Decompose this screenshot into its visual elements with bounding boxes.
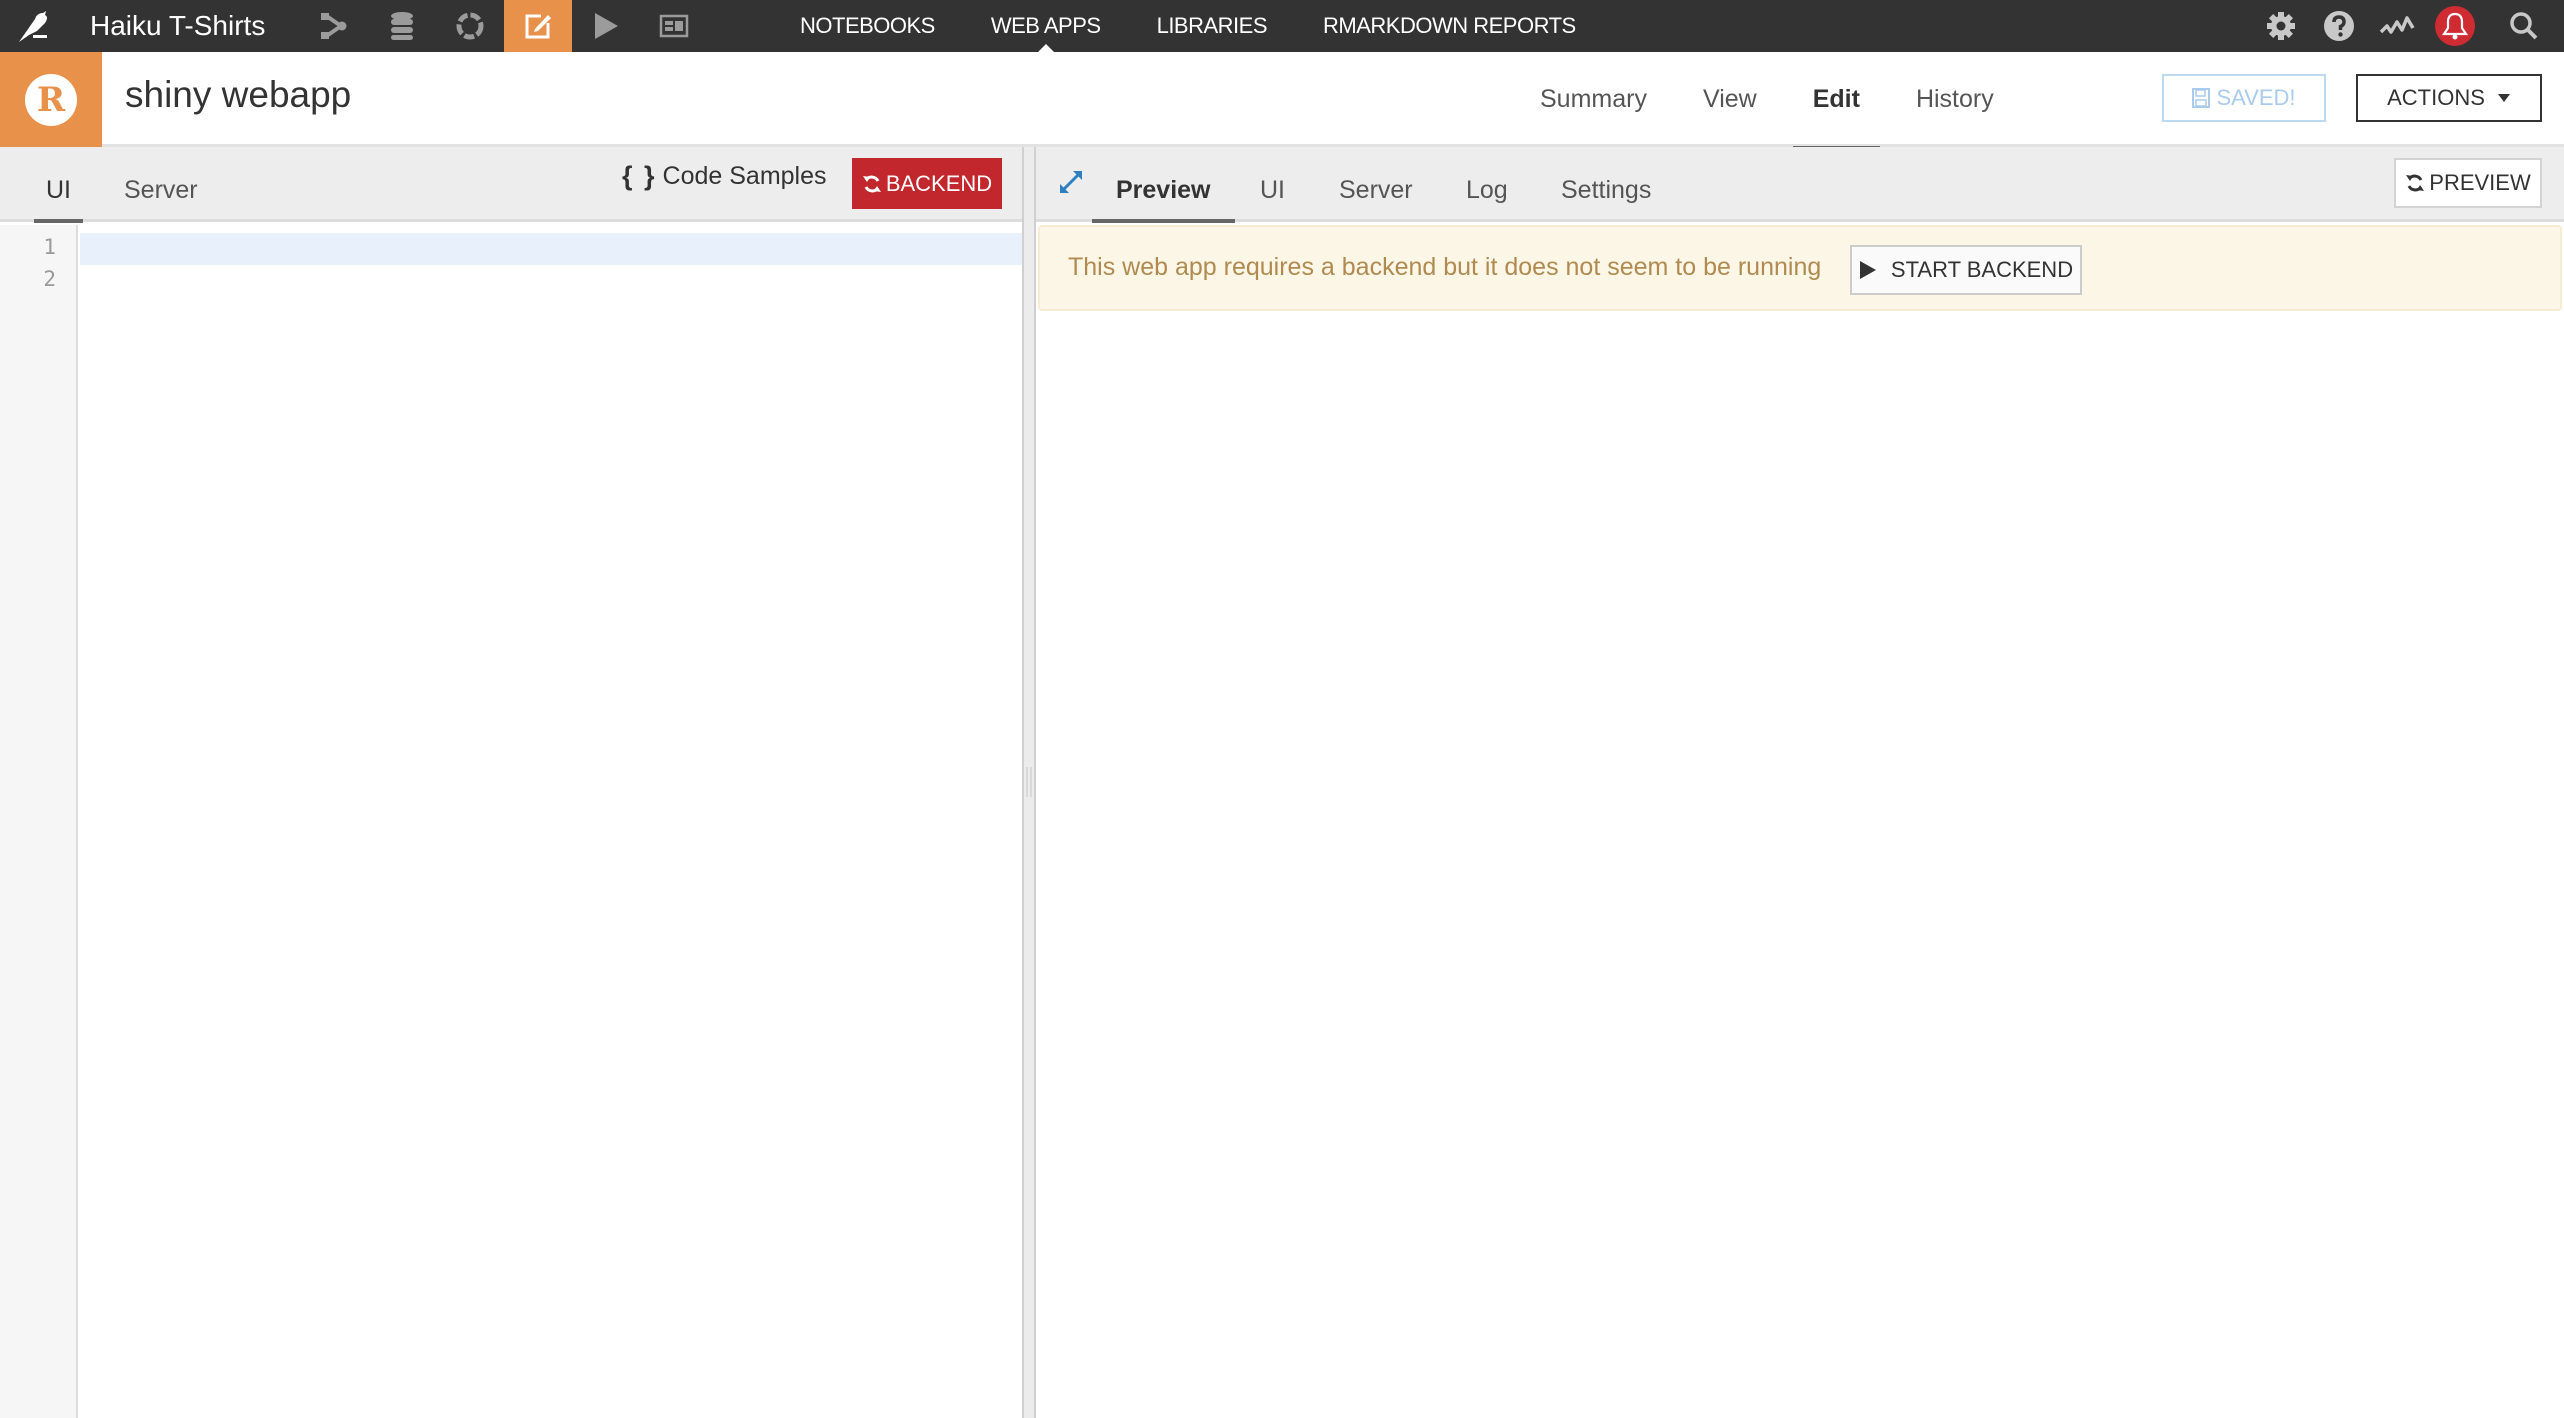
line-number: 1 (43, 235, 56, 259)
preview-tab-log[interactable]: Log (1466, 147, 1508, 222)
active-line-highlight (80, 233, 1022, 265)
save-floppy-icon (2192, 88, 2211, 108)
flow-icon[interactable] (300, 0, 368, 52)
nav-notebooks[interactable]: NOTEBOOKS (800, 0, 935, 52)
bell-icon (2435, 6, 2475, 46)
start-backend-button[interactable]: START BACKEND (1850, 245, 2082, 295)
braces-icon: { } (622, 161, 657, 191)
gear-icon[interactable] (2252, 0, 2310, 52)
editor-tab-server[interactable]: Server (124, 147, 198, 222)
refresh-icon (2406, 174, 2425, 192)
actions-label: ACTIONS (2387, 85, 2485, 110)
code-editor-pane: UI Server { } Code Samples BACKEND 1 2 (0, 147, 1022, 1418)
preview-tabs: Preview UI Server Log Settings PREVIEW (1036, 147, 2564, 223)
jobs-play-icon[interactable] (572, 0, 640, 52)
tab-history[interactable]: History (1896, 52, 2014, 147)
preview-tab-settings[interactable]: Settings (1561, 147, 1651, 222)
preview-button-label: PREVIEW (2429, 170, 2531, 195)
r-language-icon: R (25, 73, 77, 126)
project-nav-icons (300, 0, 708, 52)
refresh-icon (862, 175, 881, 192)
search-icon[interactable] (2484, 0, 2564, 52)
backend-not-running-alert: This web app requires a backend but it d… (1038, 225, 2562, 311)
datasets-icon[interactable] (368, 0, 436, 52)
recipes-icon[interactable] (436, 0, 504, 52)
actions-dropdown-button[interactable]: ACTIONS (2356, 74, 2542, 122)
page-title[interactable]: shiny webapp (125, 74, 351, 116)
dataiku-logo[interactable] (0, 0, 70, 52)
backend-label: BACKEND (885, 170, 993, 196)
code-samples-button[interactable]: { } Code Samples (622, 161, 827, 192)
preview-tab-server[interactable]: Server (1339, 147, 1413, 222)
notifications-button[interactable] (2426, 0, 2484, 52)
preview-tab-ui[interactable]: UI (1260, 147, 1285, 222)
expand-icon[interactable] (1056, 167, 1086, 197)
code-edit-icon[interactable] (504, 0, 572, 52)
nav-web-apps[interactable]: WEB APPS (991, 0, 1101, 52)
nav-libraries[interactable]: LIBRARIES (1157, 0, 1268, 52)
project-name[interactable]: Haiku T-Shirts (90, 10, 300, 42)
line-number: 2 (43, 267, 56, 291)
refresh-preview-button[interactable]: PREVIEW (2394, 158, 2542, 208)
activity-icon[interactable] (2368, 0, 2426, 52)
splitter-grip[interactable] (1026, 767, 1032, 797)
nav-rmarkdown-reports[interactable]: RMARKDOWN REPORTS (1323, 0, 1576, 52)
tab-summary[interactable]: Summary (1520, 52, 1667, 147)
object-tabs: Summary View Edit History (1520, 52, 2030, 150)
editor-tabs: UI Server { } Code Samples BACKEND (0, 147, 1022, 223)
tab-view[interactable]: View (1683, 52, 1777, 147)
saved-button[interactable]: SAVED! (2162, 74, 2326, 122)
bird-logo-icon (19, 11, 47, 42)
start-backend-label: START BACKEND (1890, 257, 2074, 282)
line-number-gutter: 1 2 (0, 225, 78, 1418)
help-icon[interactable] (2310, 0, 2368, 52)
saved-label: SAVED! (2216, 85, 2296, 110)
editor-tab-ui[interactable]: UI (34, 147, 83, 223)
play-icon (1859, 261, 1876, 279)
object-header: R shiny webapp Summary View Edit History… (0, 52, 2564, 150)
webapp-type-badge: R (0, 52, 102, 147)
dashboard-icon[interactable] (640, 0, 708, 52)
preview-pane: Preview UI Server Log Settings PREVIEW T… (1036, 147, 2564, 1418)
restart-backend-button[interactable]: BACKEND (852, 158, 1002, 209)
top-navigation-bar: Haiku T-Shirts NOTEBOOKS WEB APPS LIBRAR… (0, 0, 2564, 52)
code-samples-label: Code Samples (662, 162, 827, 190)
pane-splitter[interactable] (1022, 147, 1036, 1418)
topbar-right-icons (2252, 0, 2564, 52)
alert-message: This web app requires a backend but it d… (1068, 253, 1822, 281)
tab-edit[interactable]: Edit (1792, 52, 1881, 150)
code-editor[interactable]: 1 2 (0, 225, 1022, 1418)
preview-tab-preview[interactable]: Preview (1092, 147, 1234, 223)
caret-down-icon (2497, 94, 2510, 102)
main-nav-links: NOTEBOOKS WEB APPS LIBRARIES RMARKDOWN R… (800, 0, 1632, 52)
